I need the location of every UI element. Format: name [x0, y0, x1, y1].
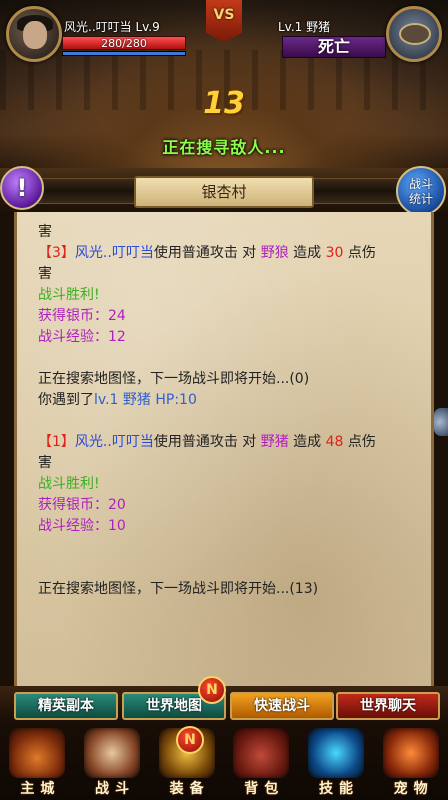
silver-reward-line: 获得银币：20	[38, 497, 126, 513]
damage-value: 30	[325, 245, 344, 261]
avatar-face	[23, 21, 47, 49]
nav-label: 技能	[318, 781, 359, 797]
quick-battle-button[interactable]: 快速战斗	[230, 692, 334, 720]
round-bracket-open: 【	[38, 245, 52, 261]
bottom-nav: 主城 战斗 装备 背包 技能 宠物	[0, 724, 448, 800]
battle-stats-label-line2: 统计	[408, 192, 433, 206]
nav-bag[interactable]: 背包	[225, 726, 297, 800]
player-mp-fill	[63, 52, 185, 55]
victory-line: 战斗胜利!	[38, 476, 100, 492]
new-badge-icon: N	[176, 726, 204, 754]
log-gap	[38, 411, 410, 432]
exclamation-icon: !	[16, 174, 28, 202]
nav-label: 战斗	[94, 781, 135, 797]
log-text: 点伤	[343, 434, 376, 450]
enemy-status-bar: 死亡	[282, 36, 386, 58]
log-text: 造成	[288, 434, 326, 450]
skill-icon	[307, 728, 364, 778]
log-text: 你遇到了	[38, 392, 94, 408]
round-bracket-close: 】	[60, 245, 75, 261]
player-avatar[interactable]	[6, 6, 62, 62]
log-line: 正在搜索地图怪，下一场战斗即将开始...(13)	[38, 581, 319, 597]
battle-stats-label-line1: 战斗	[408, 177, 433, 191]
nav-label: 装备	[169, 781, 210, 797]
target-name: 野狼	[260, 245, 289, 261]
search-status-text: 正在搜寻敌人...	[162, 138, 286, 157]
player-hp-text: 280/280	[101, 37, 147, 50]
silver-reward-line: 获得银币：24	[38, 308, 126, 324]
nav-label: 背包	[244, 781, 285, 797]
log-text: 使用普通攻击 对	[153, 434, 261, 450]
log-gap	[38, 537, 410, 558]
boar-icon	[399, 23, 431, 45]
log-line: 害	[38, 455, 52, 471]
log-line: 正在搜索地图怪，下一场战斗即将开始...(0)	[38, 371, 310, 387]
world-chat-button[interactable]: 世界聊天	[336, 692, 440, 720]
battle-countdown: 13	[203, 86, 245, 121]
nav-pet[interactable]: 宠物	[375, 726, 447, 800]
bag-icon	[233, 728, 290, 778]
left-frame	[0, 212, 14, 686]
log-line: 【1】风光..叮叮当使用普通攻击 对 野猪 造成 48 点伤	[38, 432, 410, 453]
nav-label: 宠物	[393, 781, 434, 797]
log-gap	[38, 348, 410, 369]
encountered-enemy: lv.1 野猪 HP:10	[94, 392, 197, 408]
player-mp-bar	[62, 51, 186, 56]
attacker-name: 风光..叮叮当	[74, 245, 154, 261]
log-line: 害	[38, 266, 52, 282]
damage-value: 48	[325, 434, 344, 450]
round-bracket-close: 】	[60, 434, 75, 450]
log-line: 你遇到了lv.1 野猪 HP:10	[38, 390, 410, 411]
battle-log: 害 【3】风光..叮叮当使用普通攻击 对 野狼 造成 30 点伤 害 战斗胜利!…	[38, 222, 410, 600]
target-name: 野猪	[260, 434, 289, 450]
round-number: 3	[52, 245, 61, 261]
log-text: 使用普通攻击 对	[153, 245, 261, 261]
log-text: 造成	[288, 245, 326, 261]
round-bracket-open: 【	[38, 434, 52, 450]
exp-reward-line: 战斗经验：12	[38, 329, 126, 345]
right-frame	[434, 212, 448, 686]
quest-button[interactable]: !	[0, 166, 44, 210]
scroll-handle[interactable]	[434, 408, 448, 436]
enemy-name-level: Lv.1 野猪	[278, 20, 331, 34]
battle-stats-button[interactable]: 战斗 统计	[396, 166, 446, 216]
attacker-name: 风光..叮叮当	[74, 434, 154, 450]
battle-icon	[83, 728, 140, 778]
nav-battle[interactable]: 战斗	[76, 726, 148, 800]
nav-city[interactable]: 主城	[1, 726, 73, 800]
round-number: 1	[52, 434, 61, 450]
log-text: 点伤	[343, 245, 376, 261]
nav-label: 主城	[20, 781, 61, 797]
new-badge-icon: N	[198, 676, 226, 704]
enemy-avatar[interactable]	[386, 6, 442, 62]
city-icon	[9, 728, 66, 778]
player-hp-bar: 280/280	[62, 36, 186, 50]
victory-line: 战斗胜利!	[38, 287, 100, 303]
log-line: 害	[38, 224, 52, 240]
elite-dungeon-button[interactable]: 精英副本	[14, 692, 118, 720]
log-line: 【3】风光..叮叮当使用普通攻击 对 野狼 造成 30 点伤	[38, 243, 410, 264]
player-name-level: 风光..叮叮当 Lv.9	[64, 20, 160, 34]
exp-reward-line: 战斗经验：10	[38, 518, 126, 534]
log-gap	[38, 558, 410, 579]
pet-icon	[382, 728, 439, 778]
nav-skill[interactable]: 技能	[300, 726, 372, 800]
location-title: 银杏村	[134, 176, 314, 208]
